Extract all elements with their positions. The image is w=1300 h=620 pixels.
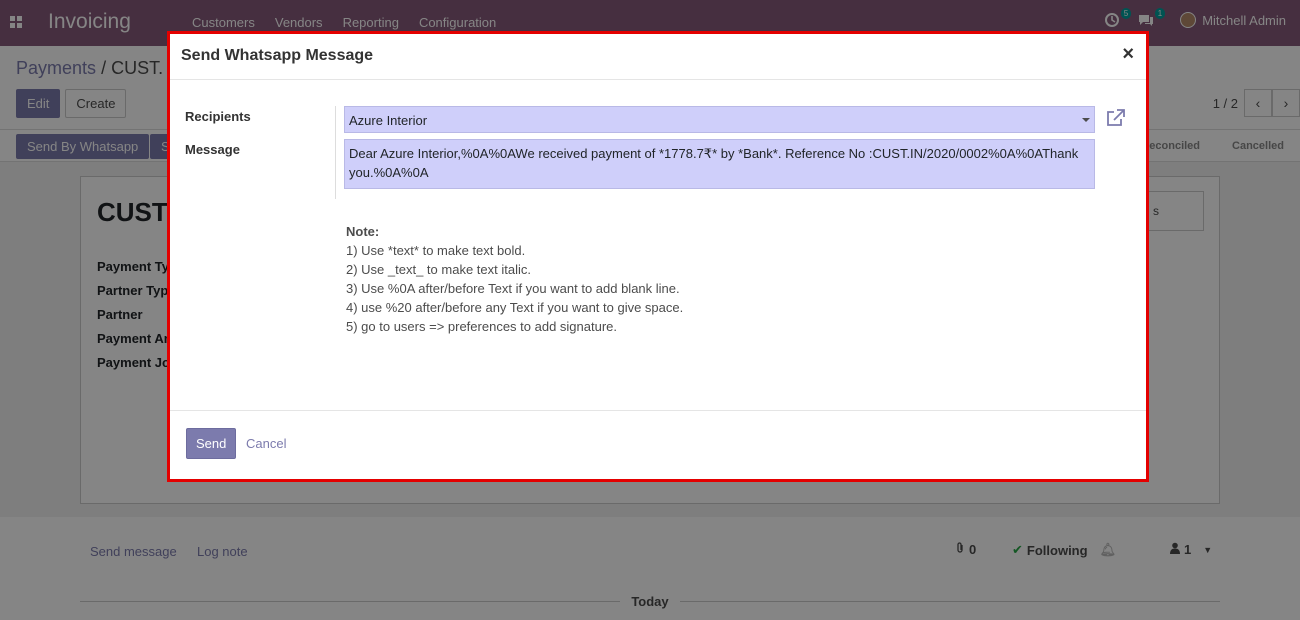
cancel-button[interactable]: Cancel: [246, 436, 286, 451]
note-title: Note:: [346, 224, 380, 239]
recipients-label: Recipients: [185, 109, 251, 124]
note-line: 2) Use _text_ to make text italic.: [346, 262, 531, 277]
label-divider: [335, 106, 336, 199]
message-text-line-2: you.%0A%0A: [349, 165, 429, 180]
send-button[interactable]: Send: [186, 428, 237, 459]
recipients-select[interactable]: Azure Interior: [344, 106, 1095, 133]
note-line: 5) go to users => preferences to add sig…: [346, 319, 618, 334]
message-textarea[interactable]: Dear Azure Interior,%0A%0AWe received pa…: [344, 139, 1095, 189]
modal-title: Send Whatsapp Message: [181, 47, 374, 64]
external-link-icon[interactable]: [1106, 109, 1126, 127]
modal-header: Send Whatsapp Message ×: [170, 34, 1146, 80]
note-line: 3) Use %0A after/before Text if you want…: [346, 281, 680, 296]
modal-body: Recipients Message Azure Interior Dear A…: [170, 80, 1146, 411]
recipients-value: Azure Interior: [349, 113, 428, 128]
note-line: 1) Use *text* to make text bold.: [346, 243, 526, 258]
close-icon[interactable]: ×: [1122, 43, 1134, 66]
formatting-note: Note: 1) Use *text* to make text bold. 2…: [346, 222, 683, 336]
send-whatsapp-dialog: Send Whatsapp Message × Recipients Messa…: [167, 31, 1149, 482]
message-text-line-1: Dear Azure Interior,%0A%0AWe received pa…: [349, 146, 1079, 161]
message-label: Message: [185, 142, 240, 157]
caret-down-icon: [1082, 118, 1090, 122]
note-line: 4) use %20 after/before any Text if you …: [346, 300, 684, 315]
modal-footer: Send Cancel: [170, 410, 1146, 479]
